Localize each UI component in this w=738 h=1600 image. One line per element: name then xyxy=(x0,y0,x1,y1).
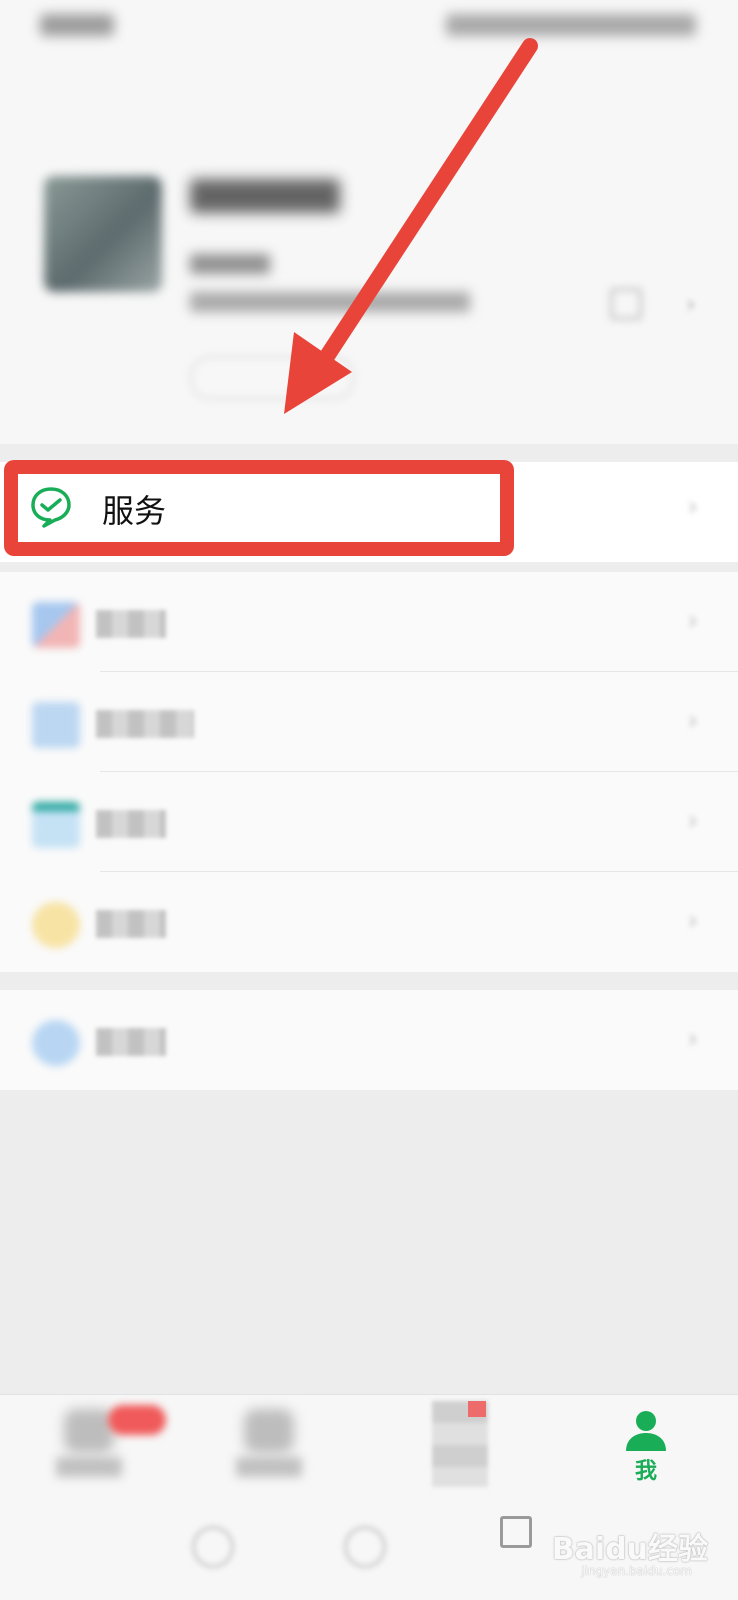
profile-wechat-id xyxy=(190,292,470,318)
menu-label xyxy=(96,810,166,838)
tab-bar: 我 xyxy=(0,1394,738,1505)
menu-group: › xyxy=(0,990,738,1090)
recents-button[interactable] xyxy=(500,1516,532,1548)
settings-icon xyxy=(32,1020,80,1066)
status-time xyxy=(40,14,114,36)
chevron-right-icon: › xyxy=(686,290,696,318)
tab-chats[interactable] xyxy=(20,1395,166,1505)
chat-icon xyxy=(64,1409,114,1453)
chevron-right-icon: › xyxy=(687,492,698,522)
status-button[interactable] xyxy=(190,356,354,400)
status-bar xyxy=(0,0,738,56)
chevron-right-icon: › xyxy=(687,706,698,736)
menu-item-moments[interactable]: › xyxy=(0,672,738,772)
profile-nickname xyxy=(190,254,270,280)
watermark-url: jingyan.baidu.com xyxy=(581,1564,692,1578)
sticker-icon xyxy=(32,902,80,948)
moments-icon xyxy=(32,702,80,748)
favorites-icon xyxy=(32,602,80,648)
card-icon xyxy=(32,802,80,848)
chevron-right-icon: › xyxy=(687,806,698,836)
profile-name xyxy=(190,178,340,222)
menu-label xyxy=(96,910,166,938)
tab-label xyxy=(236,1457,302,1477)
chevron-right-icon: › xyxy=(687,1024,698,1054)
tab-discover[interactable] xyxy=(390,1395,530,1505)
menu-group: › › › › xyxy=(0,572,738,972)
menu-item-stickers[interactable]: › xyxy=(0,872,738,972)
menu-label xyxy=(96,610,166,638)
profile-header[interactable]: › xyxy=(0,56,738,444)
tab-contacts[interactable] xyxy=(200,1395,340,1505)
unread-badge xyxy=(108,1405,166,1435)
watermark-brand: Baidu经验 xyxy=(551,1532,708,1567)
status-icons xyxy=(446,14,696,36)
contacts-icon xyxy=(244,1409,294,1453)
home-button[interactable] xyxy=(344,1526,386,1568)
menu-item-cards[interactable]: › xyxy=(0,772,738,872)
person-icon xyxy=(626,1411,666,1451)
menu-item-favorites[interactable]: › xyxy=(0,572,738,672)
tab-me-label: 我 xyxy=(634,1459,657,1484)
avatar[interactable] xyxy=(44,176,162,292)
qr-code-icon[interactable] xyxy=(610,288,642,320)
menu-label xyxy=(96,710,194,738)
highlight-box xyxy=(4,460,514,556)
menu-item-settings[interactable]: › xyxy=(0,990,738,1090)
tab-me[interactable]: 我 xyxy=(576,1395,716,1505)
back-button[interactable] xyxy=(192,1526,234,1568)
notification-dot xyxy=(468,1401,486,1417)
tab-label xyxy=(56,1457,122,1477)
chevron-right-icon: › xyxy=(687,906,698,936)
menu-label xyxy=(96,1028,166,1056)
chevron-right-icon: › xyxy=(687,606,698,636)
